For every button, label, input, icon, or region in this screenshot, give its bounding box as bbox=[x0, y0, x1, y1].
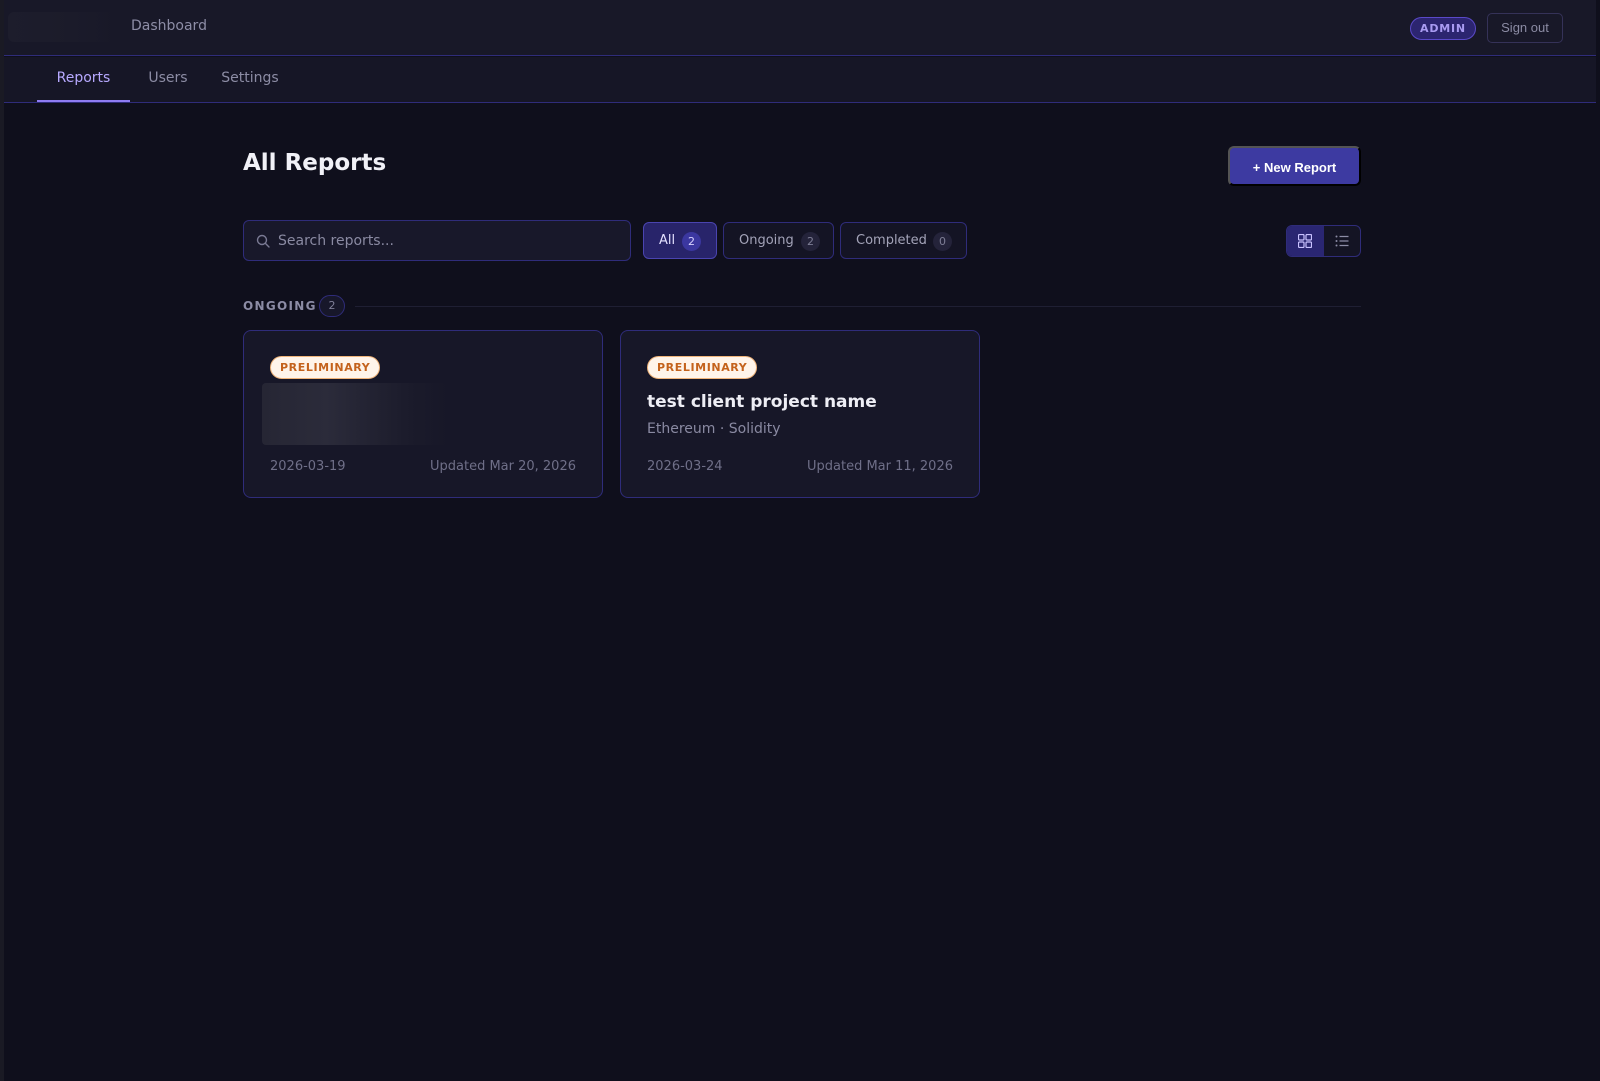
filter-ongoing[interactable]: Ongoing 2 bbox=[723, 222, 834, 259]
report-subtitle: Ethereum · Solidity bbox=[647, 421, 781, 437]
report-card[interactable]: PRELIMINARY test client project name Eth… bbox=[620, 330, 980, 498]
tab-settings[interactable]: Settings bbox=[219, 57, 281, 102]
grid-view-button[interactable] bbox=[1287, 226, 1324, 256]
brand-subtitle: Dashboard bbox=[131, 18, 207, 34]
search-input[interactable] bbox=[278, 221, 618, 260]
sign-out-button[interactable]: Sign out bbox=[1487, 13, 1563, 43]
redacted-title bbox=[262, 383, 447, 445]
section-divider bbox=[355, 306, 1361, 307]
status-badge: PRELIMINARY bbox=[270, 356, 381, 379]
search-box[interactable] bbox=[243, 220, 631, 261]
new-report-button[interactable]: + New Report bbox=[1228, 146, 1361, 186]
list-view-button[interactable] bbox=[1324, 226, 1360, 256]
page-title: All Reports bbox=[243, 150, 387, 176]
section-label: ONGOING bbox=[243, 299, 317, 313]
filter-count: 0 bbox=[933, 232, 952, 251]
report-updated: Updated Mar 20, 2026 bbox=[429, 459, 576, 474]
filter-count: 2 bbox=[801, 232, 820, 251]
filter-completed[interactable]: Completed 0 bbox=[840, 222, 967, 259]
app-frame: Dashboard ADMIN Sign out Reports Users S… bbox=[4, 0, 1596, 1081]
logo[interactable] bbox=[8, 12, 118, 42]
filter-label: Completed bbox=[856, 233, 927, 248]
search-icon bbox=[256, 234, 270, 248]
report-date: 2026-03-19 bbox=[270, 459, 346, 474]
status-badge: PRELIMINARY bbox=[647, 356, 758, 379]
role-badge: ADMIN bbox=[1410, 17, 1476, 40]
report-date: 2026-03-24 bbox=[647, 459, 723, 474]
tab-reports[interactable]: Reports bbox=[37, 57, 130, 102]
report-card[interactable]: PRELIMINARY 2026-03-19 Updated Mar 20, 2… bbox=[243, 330, 603, 498]
filter-count: 2 bbox=[682, 232, 701, 251]
view-toggle bbox=[1286, 225, 1361, 257]
filter-all[interactable]: All 2 bbox=[643, 222, 717, 259]
grid-icon bbox=[1298, 234, 1312, 248]
section-count: 2 bbox=[319, 295, 345, 317]
report-updated: Updated Mar 11, 2026 bbox=[806, 459, 953, 474]
top-bar: Dashboard ADMIN Sign out bbox=[4, 0, 1596, 56]
list-icon bbox=[1335, 235, 1349, 247]
report-title: test client project name bbox=[647, 392, 877, 412]
filter-label: All bbox=[659, 233, 676, 248]
filter-label: Ongoing bbox=[739, 233, 794, 248]
tab-users[interactable]: Users bbox=[144, 57, 192, 102]
tab-bar: Reports Users Settings bbox=[4, 57, 1596, 103]
